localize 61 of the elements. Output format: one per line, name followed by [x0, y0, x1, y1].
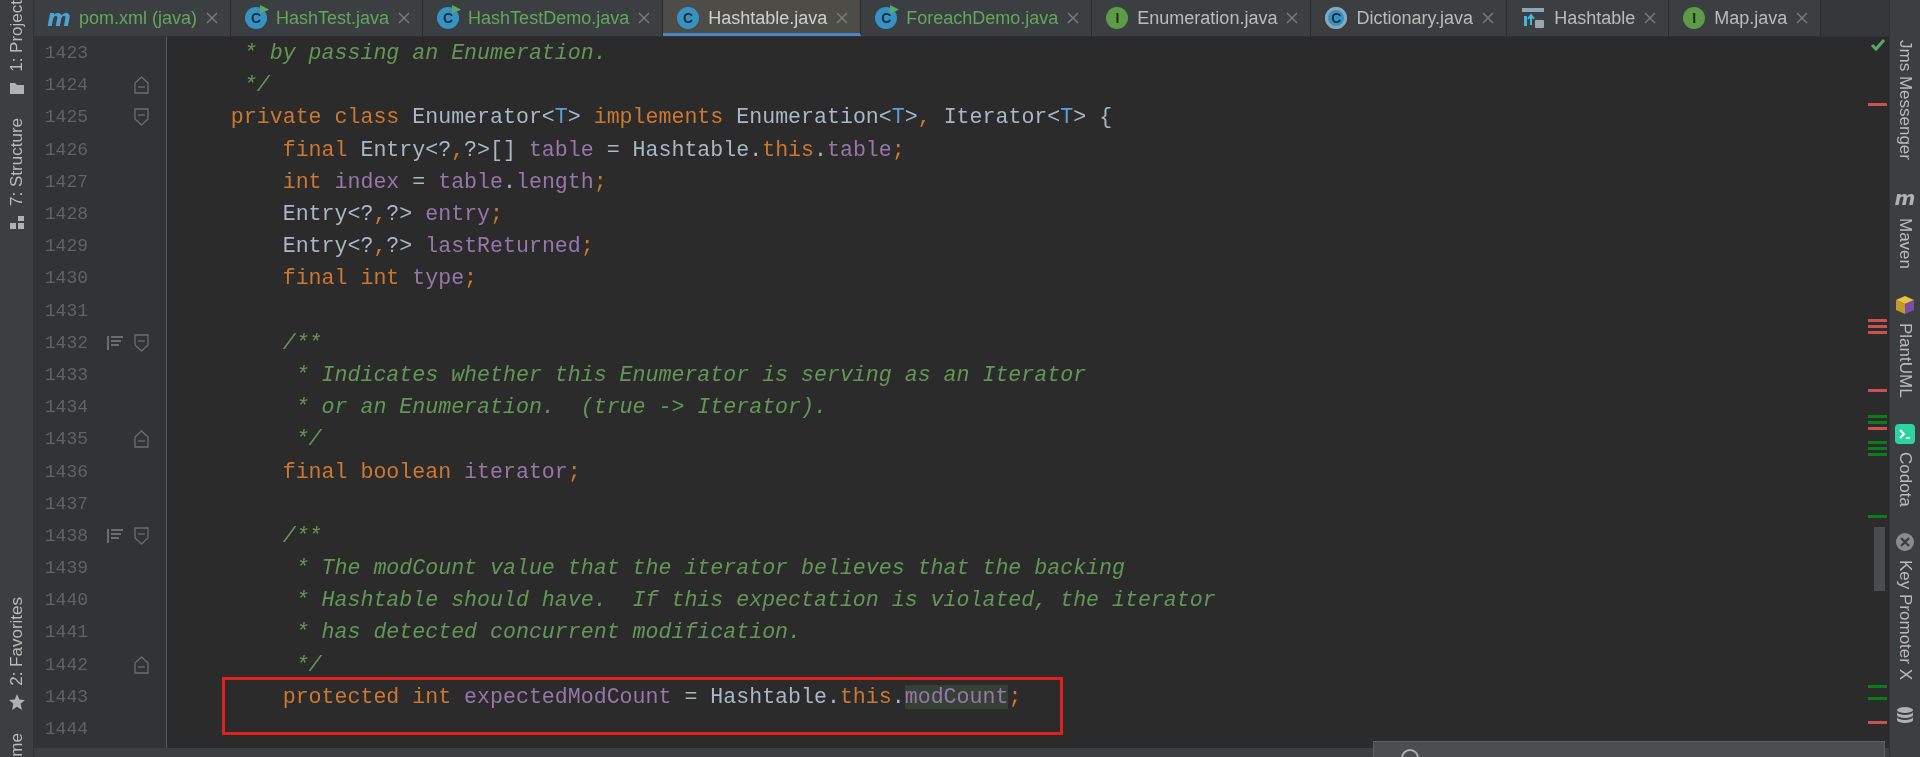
tool-window-tab[interactable]: Jms Messenger [1895, 40, 1915, 160]
code-line: Entry<?,?> entry; [281, 202, 503, 227]
x-circle-icon [1895, 532, 1915, 553]
tool-window-tab[interactable]: Key Promoter X [1895, 560, 1915, 681]
close-icon[interactable] [206, 12, 219, 24]
code-line: */ [294, 652, 322, 677]
fold-icon[interactable] [133, 526, 149, 545]
code-line: * Indicates whether this Enumerator is serving as an Iterator [294, 362, 1087, 387]
code-line: /** [281, 330, 322, 355]
fold-icon[interactable] [133, 333, 149, 352]
maven-icon: m [48, 7, 70, 29]
interface-icon: I [1106, 7, 1129, 29]
tool-window-tab[interactable]: 7: Structure [6, 117, 27, 206]
tool-window-tab[interactable]: Codota [1895, 451, 1915, 507]
close-icon[interactable] [1644, 12, 1657, 24]
doc-render-icon[interactable] [107, 335, 123, 350]
code-line: /** [281, 523, 322, 548]
class-run-icon: C [245, 7, 268, 29]
code-line: final Entry<?,?>[] table = Hashtable.this.table; [281, 137, 905, 162]
tool-window-tab[interactable]: me [6, 733, 27, 757]
close-icon[interactable] [836, 12, 849, 24]
maven-icon: m [1894, 186, 1916, 210]
star-icon [7, 693, 26, 712]
code-line: * The modCount value that the iterator believes that the backing [294, 556, 1125, 581]
code-line: * has detected concurrent modification. [294, 620, 801, 645]
code-line: * by passing an Enumeration. [242, 41, 607, 66]
terminal-icon [1895, 423, 1915, 444]
code-line: Entry<?,?> lastReturned; [281, 234, 594, 259]
doc-render-icon[interactable] [107, 528, 123, 543]
code-line: final boolean iterator; [281, 459, 581, 484]
close-icon[interactable] [1286, 12, 1299, 24]
code-line: */ [242, 73, 270, 98]
code-line: int index = table.length; [281, 169, 607, 194]
fold-icon[interactable] [133, 108, 149, 127]
tool-window-tab[interactable]: 1: Project [6, 0, 27, 72]
close-icon[interactable] [1067, 12, 1080, 24]
close-icon[interactable] [1482, 12, 1495, 24]
code-line: * or an Enumeration. (true -> Iterator). [294, 395, 827, 420]
cube-icon [1895, 295, 1915, 315]
diagram-icon [1521, 7, 1546, 29]
fold-icon[interactable] [133, 430, 149, 449]
abstract-class-icon: C [1325, 7, 1348, 29]
code-line: */ [294, 427, 322, 452]
close-icon[interactable] [398, 12, 411, 24]
interface-icon: I [1683, 7, 1706, 29]
class-icon: C [677, 7, 700, 29]
code-line: protected int expectedModCount = Hashtable.this.modCount; [281, 684, 1022, 709]
class-run-icon: C [875, 7, 898, 29]
code-line: final int type; [281, 266, 478, 291]
class-run-icon: C [437, 7, 460, 29]
code-line: private class Enumerator<T> implements Enumeration<T>, Iterator<T> { [229, 105, 1113, 130]
code-line: * Hashtable should have. If this expectation is violated, the iterator [294, 588, 1216, 613]
tool-window-tab[interactable]: Maven [1895, 218, 1915, 269]
structure-icon [8, 213, 25, 230]
fold-icon[interactable] [133, 655, 149, 674]
close-icon[interactable] [1796, 12, 1809, 24]
close-icon[interactable] [638, 12, 651, 24]
fold-icon[interactable] [133, 76, 149, 95]
tool-window-tab[interactable]: 2: Favorites [6, 596, 27, 686]
editor-tab[interactable]: C Hashtable.java [663, 0, 862, 36]
tool-window-tab[interactable]: PlantUML [1895, 323, 1915, 398]
